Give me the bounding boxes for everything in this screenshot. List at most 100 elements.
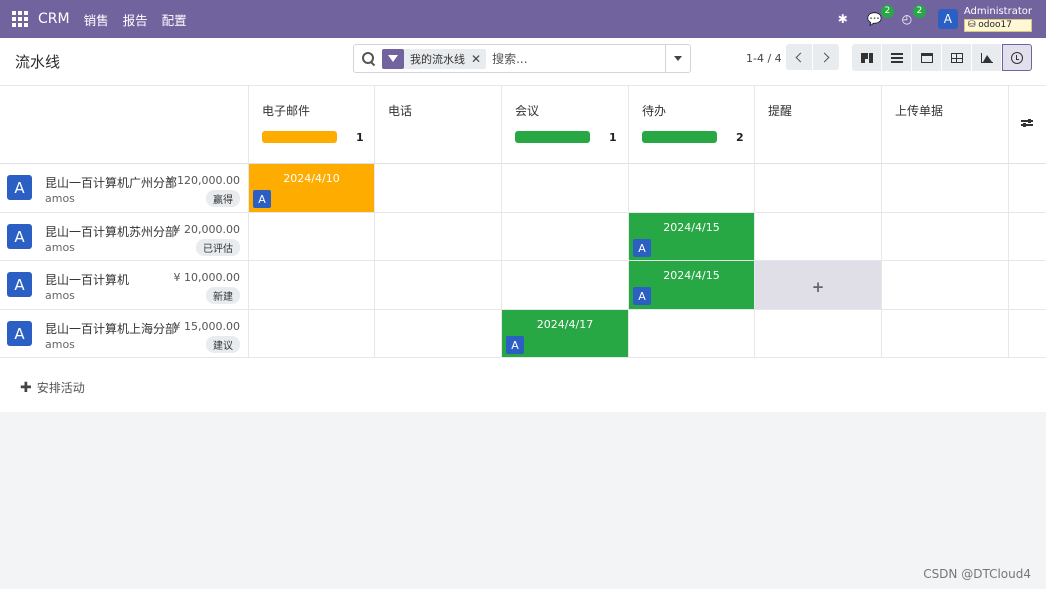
apps-menu-icon[interactable] [12, 11, 28, 27]
database-name: ⛁ odoo17 [963, 18, 1032, 32]
activity-type-name: 提醒 [768, 104, 793, 118]
activity-cell-empty[interactable] [629, 310, 755, 358]
calendar-view-button[interactable] [912, 44, 942, 71]
avatar[interactable]: A [7, 175, 32, 200]
activity-type-header-upload-document[interactable]: 上传单据 [882, 86, 1009, 164]
pivot-view-button[interactable] [942, 44, 972, 71]
watermark: CSDN @DTCloud4 [923, 567, 1031, 581]
activity-cell-empty[interactable] [755, 310, 882, 358]
pager-previous-button[interactable] [786, 44, 812, 70]
record-name: 昆山一百计算机广州分部 [45, 176, 178, 190]
activity-type-header-email[interactable]: 电子邮件 1 [249, 86, 375, 164]
record-amount: ¥ 10,000.00 [173, 271, 240, 284]
activity-cell-empty[interactable] [502, 261, 629, 310]
activity-cell-empty[interactable] [249, 261, 375, 310]
activity-cell[interactable]: 2024/4/15 A [629, 213, 755, 261]
user-avatar[interactable]: A [937, 9, 958, 29]
activity-count: 1 [356, 131, 364, 144]
menu-configuration[interactable]: 配置 [162, 10, 187, 29]
record-row-header[interactable]: A 昆山一百计算机上海分部 ¥ 15,000.00 amos 建议 [0, 310, 249, 358]
calendar-icon [920, 52, 933, 63]
menu-reporting[interactable]: 报告 [123, 10, 148, 29]
activity-cell-empty[interactable] [375, 164, 502, 213]
top-navbar: CRM 销售 报告 配置 ✱ 💬 2 ◴ 2 A Administrator ⛁… [0, 0, 1046, 38]
activity-progress-bar[interactable] [515, 131, 590, 143]
record-name: 昆山一百计算机 [45, 273, 130, 287]
facet-label: 我的流水线 [410, 52, 465, 66]
activity-cell-empty[interactable] [882, 213, 1009, 261]
kanban-view-button[interactable] [852, 44, 882, 71]
avatar: A [253, 190, 271, 208]
bug-icon[interactable]: ✱ [834, 10, 852, 28]
record-row-header[interactable]: A 昆山一百计算机苏州分部 ¥ 20,000.00 amos 已评估 [0, 213, 249, 261]
schedule-activity-button[interactable]: ✚ 安排活动 [20, 379, 85, 396]
pivot-table-icon [950, 52, 963, 63]
activity-cell-empty[interactable] [249, 213, 375, 261]
activity-count: 1 [609, 131, 617, 144]
menu-sales[interactable]: 销售 [84, 10, 109, 29]
search-options-toggle[interactable] [665, 45, 690, 72]
activity-cell-empty[interactable] [502, 213, 629, 261]
search-facet: 我的流水线 ✕ [382, 48, 487, 69]
avatar: A [633, 287, 651, 305]
activity-type-header-call[interactable]: 电话 [375, 86, 502, 164]
activity-cell[interactable]: 2024/4/15 A [629, 261, 755, 310]
activity-cell-empty[interactable] [502, 164, 629, 213]
area-chart-icon [980, 52, 993, 63]
activity-type-name: 电子邮件 [262, 104, 311, 118]
activity-cell-empty[interactable] [629, 164, 755, 213]
activity-cell[interactable]: 2024/4/10 A [249, 164, 375, 213]
list-view-button[interactable] [882, 44, 912, 71]
activity-cell-add[interactable]: + [755, 261, 882, 310]
pager-next-button[interactable] [813, 44, 839, 70]
record-name: 昆山一百计算机苏州分部 [45, 225, 178, 239]
stage-badge: 建议 [206, 336, 240, 353]
activity-cell[interactable]: 2024/4/17 A [502, 310, 629, 358]
app-brand-crm[interactable]: CRM [38, 11, 70, 27]
activity-type-header-todo[interactable]: 待办 2 [629, 86, 755, 164]
activity-cell-empty[interactable] [882, 310, 1009, 358]
activity-cell-empty[interactable] [375, 310, 502, 358]
activity-view: 电子邮件 1 电话 会议 1 待办 2 提醒 上传单据 A 昆山一百计算机广州分… [0, 86, 1046, 412]
record-row-header[interactable]: A 昆山一百计算机 ¥ 10,000.00 amos 新建 [0, 261, 249, 310]
record-row-header[interactable]: A 昆山一百计算机广州分部 ¥ 120,000.00 amos 赢得 [0, 164, 249, 213]
graph-view-button[interactable] [972, 44, 1002, 71]
pager-buttons [786, 44, 839, 70]
page-title[interactable]: 流水线 [15, 51, 60, 72]
clock-icon [1011, 51, 1023, 64]
avatar[interactable]: A [7, 224, 32, 249]
activity-cell-empty[interactable] [882, 261, 1009, 310]
activity-type-name: 电话 [388, 104, 413, 118]
chevron-left-icon [795, 52, 806, 62]
activity-progress-bar[interactable] [262, 131, 337, 143]
avatar[interactable]: A [7, 321, 32, 346]
activity-date: 2024/4/15 [663, 221, 720, 234]
search-input[interactable] [492, 51, 653, 66]
avatar[interactable]: A [7, 272, 32, 297]
record-user: amos [45, 338, 75, 351]
activity-type-name: 会议 [515, 104, 540, 118]
activity-type-header-meeting[interactable]: 会议 1 [502, 86, 629, 164]
messaging-icon[interactable]: 💬 2 [866, 5, 894, 28]
activity-view-button[interactable] [1002, 44, 1032, 71]
grid-corner-cell [0, 86, 249, 164]
record-amount: ¥ 120,000.00 [166, 174, 240, 187]
activity-cell-empty[interactable] [375, 213, 502, 261]
user-menu[interactable]: Administrator ⛁ odoo17 [963, 6, 1032, 32]
settings-sliders-icon[interactable] [1021, 118, 1033, 130]
activity-cell-empty[interactable] [375, 261, 502, 310]
activity-cell-empty[interactable] [249, 310, 375, 358]
pager-value[interactable]: 1-4 / 4 [746, 52, 782, 65]
facet-remove-icon[interactable]: ✕ [471, 52, 486, 66]
activity-type-header-reminder[interactable]: 提醒 [755, 86, 882, 164]
activity-cell-empty[interactable] [755, 213, 882, 261]
activity-cell-empty[interactable] [882, 164, 1009, 213]
activity-progress-bar[interactable] [642, 131, 717, 143]
record-user: amos [45, 289, 75, 302]
activity-cell-empty[interactable] [755, 164, 882, 213]
record-amount: ¥ 20,000.00 [173, 223, 240, 236]
activity-cell-spacer [1009, 261, 1046, 310]
avatar: A [633, 239, 651, 257]
activities-clock-icon[interactable]: ◴ 2 [898, 5, 926, 28]
activity-cell-spacer [1009, 213, 1046, 261]
